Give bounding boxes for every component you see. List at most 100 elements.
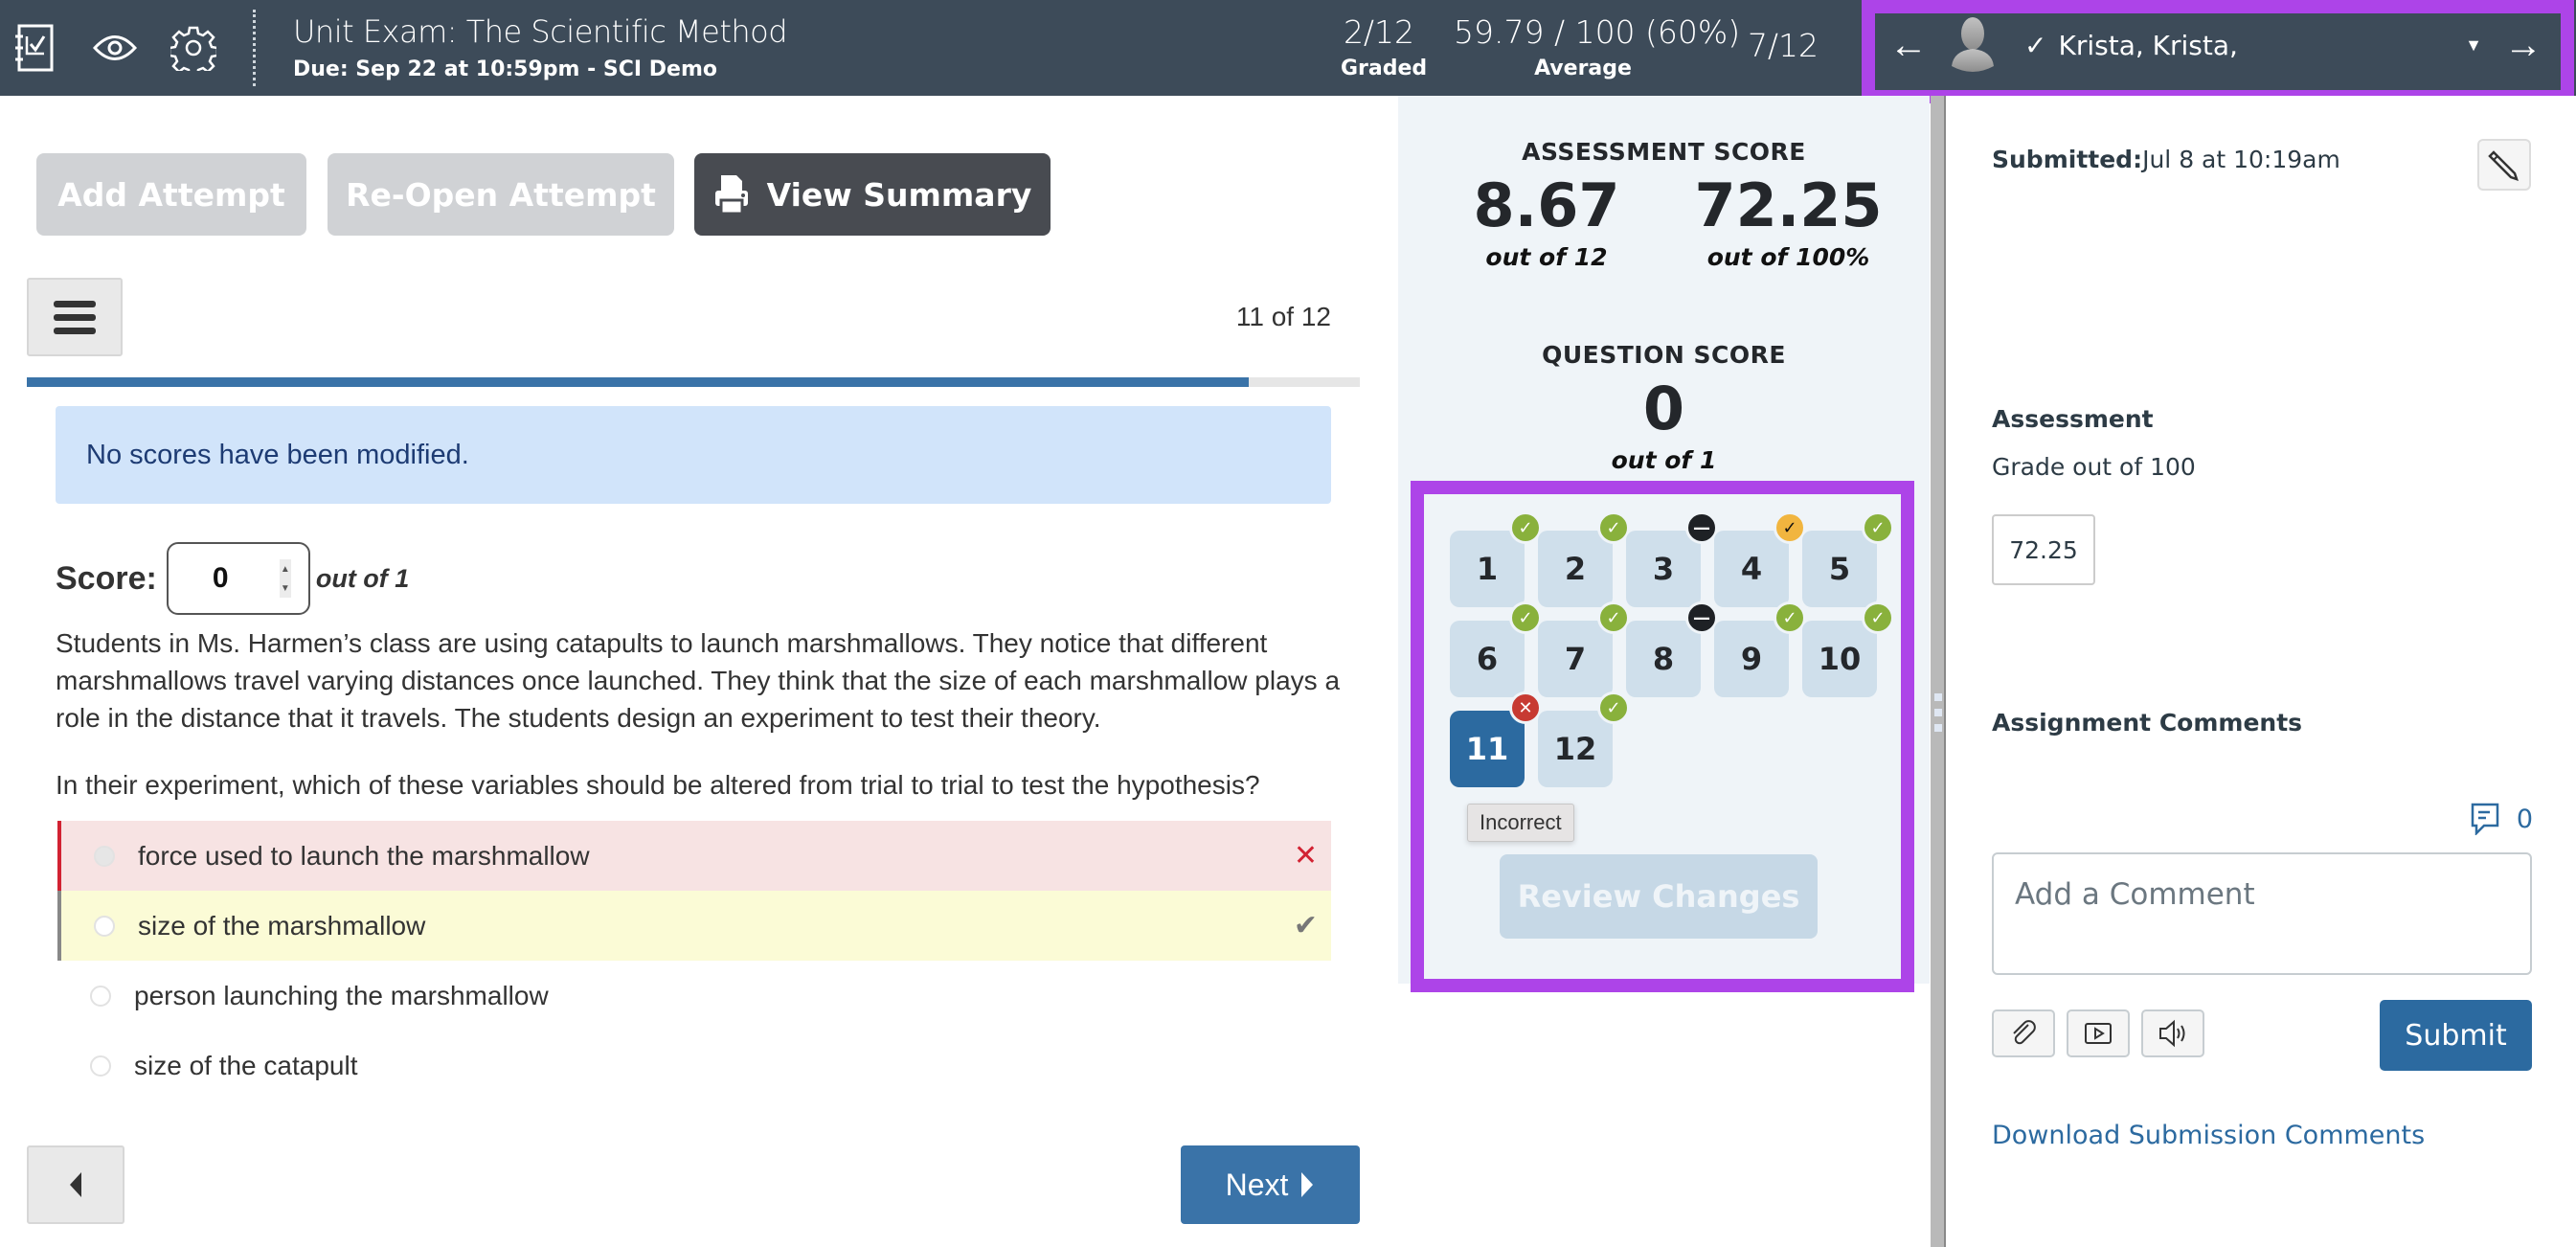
score-out-of: out of 1 [315, 563, 410, 593]
eye-icon[interactable] [88, 21, 142, 75]
question-tile[interactable]: 5 ✓ [1802, 511, 1894, 607]
previous-question-button[interactable] [27, 1145, 124, 1224]
answer-option[interactable]: size of the catapult [57, 1031, 1331, 1100]
comment-textarea[interactable]: Add a Comment [1992, 852, 2532, 975]
correct-status-icon: ✓ [1597, 511, 1630, 544]
assignment-due-date: Due: Sep 22 at 10:59pm - SCI Demo [293, 57, 717, 81]
hamburger-icon [54, 300, 96, 307]
question-stem: Students in Ms. Harmen’s class are using… [56, 628, 1341, 733]
top-header: Unit Exam: The Scientific Method Due: Se… [0, 0, 2576, 96]
graded-label: Graded [1341, 57, 1428, 80]
assessment-heading: Assessment [1992, 405, 2154, 433]
status-tooltip: Incorrect [1467, 804, 1574, 842]
assignment-icon[interactable] [8, 21, 61, 75]
x-mark-icon: ✕ [1293, 840, 1318, 872]
question-tile[interactable]: 4 ✓ [1714, 511, 1806, 607]
question-tile[interactable]: 1 ✓ [1450, 511, 1542, 607]
answer-label: force used to launch the marshmallow [138, 840, 590, 871]
correct-status-icon: ✓ [1862, 511, 1894, 544]
answer-option[interactable]: force used to launch the marshmallow ✕ [57, 821, 1331, 891]
panel-resize-handle[interactable] [1931, 96, 1946, 1247]
chevron-down-icon[interactable]: ▼ [2465, 35, 2482, 56]
assessment-score-title: ASSESSMENT SCORE [1522, 138, 1806, 166]
question-tile[interactable]: 7 ✓ [1538, 601, 1630, 697]
correct-status-icon: ✓ [1509, 601, 1542, 634]
question-tile[interactable]: 12 ✓ [1538, 692, 1630, 787]
question-tile[interactable]: 2 ✓ [1538, 511, 1630, 607]
question-progress-bar [27, 377, 1360, 387]
question-number: 12 [1553, 731, 1597, 767]
question-number: 6 [1476, 641, 1499, 677]
checkmark-icon: ✔ [1293, 910, 1318, 941]
question-tile[interactable]: 8— [1626, 601, 1718, 697]
review-changes-button[interactable]: Review Changes [1500, 854, 1818, 939]
view-summary-button[interactable]: View Summary [694, 153, 1051, 236]
question-tile[interactable]: 10 ✓ [1802, 601, 1894, 697]
question-number: 1 [1476, 551, 1499, 587]
speedgrader-app: Unit Exam: The Scientific Method Due: Se… [0, 0, 2576, 1247]
prev-student-button[interactable]: ← [1875, 16, 1942, 74]
comment-count: 0 [2516, 804, 2533, 834]
question-panel: Add Attempt Re-Open Attempt View Summary… [0, 96, 1398, 1247]
download-comments-link[interactable]: Download Submission Comments [1992, 1121, 2425, 1150]
question-tile[interactable]: 6 ✓ [1450, 601, 1542, 697]
next-question-button[interactable]: Next [1181, 1145, 1360, 1224]
question-number: 4 [1740, 551, 1763, 587]
question-menu-button[interactable] [27, 278, 123, 356]
student-navigator: ← ✓ Krista, Krista, ▼ → [1875, 13, 2557, 77]
score-row: Score: 0 ▲ ▼ out of 1 [56, 542, 409, 615]
submit-comment-button[interactable]: Submit [2380, 1000, 2532, 1071]
answer-option[interactable]: size of the marshmallow ✔ [57, 891, 1331, 961]
comment-count-link[interactable]: 0 [2471, 803, 2533, 835]
radio-button[interactable] [90, 985, 111, 1007]
question-counter: 11 of 12 [1235, 302, 1331, 331]
assessment-points-out-of: out of 12 [1485, 243, 1608, 271]
grading-sidebar: Submitted:Jul 8 at 10:19am Assessment Gr… [1946, 96, 2576, 1247]
grade-input[interactable]: 72.25 [1992, 514, 2095, 585]
student-avatar [1946, 16, 2000, 74]
student-select[interactable]: ✓ Krista, Krista, [2024, 30, 2465, 61]
arrow-right-icon: → [2504, 23, 2542, 66]
media-comment-button[interactable] [2067, 1009, 2130, 1057]
next-student-button[interactable]: → [2490, 16, 2557, 74]
radio-button[interactable] [94, 915, 115, 937]
question-number: 9 [1740, 641, 1763, 677]
question-tile[interactable]: 11 ✕ [1450, 692, 1542, 787]
question-number: 5 [1828, 551, 1851, 587]
answer-option[interactable]: person launching the marshmallow [57, 961, 1331, 1031]
attach-file-button[interactable] [1992, 1009, 2055, 1057]
ungraded-status-icon: — [1685, 511, 1718, 544]
question-tile[interactable]: 9 ✓ [1714, 601, 1806, 697]
comment-placeholder: Add a Comment [2015, 877, 2255, 912]
assessment-percent: 72.25 [1694, 170, 1883, 240]
score-stepper[interactable]: ▲ ▼ [279, 559, 291, 598]
gear-icon[interactable] [167, 21, 220, 75]
question-number: 8 [1652, 641, 1675, 677]
edit-button[interactable] [2477, 139, 2531, 191]
reopen-attempt-button[interactable]: Re-Open Attempt [328, 153, 674, 236]
assignment-title: Unit Exam: The Scientific Method [293, 13, 788, 50]
speaker-icon [2159, 1019, 2185, 1048]
score-label: Score: [56, 559, 157, 597]
question-score-value: 0 [1642, 374, 1685, 443]
question-tile[interactable]: 3— [1626, 511, 1718, 607]
add-attempt-button[interactable]: Add Attempt [36, 153, 306, 236]
answer-label: size of the marshmallow [138, 910, 426, 941]
printer-icon [714, 175, 748, 215]
answer-list: force used to launch the marshmallow ✕ siz… [57, 821, 1331, 1100]
submitted-date: Jul 8 at 10:19am [2142, 146, 2340, 173]
radio-button[interactable] [94, 845, 115, 867]
correct-status-icon: ✓ [1509, 511, 1542, 544]
submitted-check-icon: ✓ [2024, 29, 2047, 61]
audio-comment-button[interactable] [2141, 1009, 2204, 1057]
radio-button[interactable] [90, 1054, 111, 1077]
score-input[interactable]: 0 ▲ ▼ [166, 542, 310, 615]
ungraded-status-icon: — [1685, 601, 1718, 634]
assignment-comments-heading: Assignment Comments [1992, 709, 2303, 737]
header-divider [253, 10, 256, 86]
comment-icon [2471, 803, 2499, 835]
video-icon [2085, 1023, 2112, 1044]
pencil-icon [2488, 150, 2519, 181]
correct-status-icon: ✓ [1597, 692, 1630, 724]
scores-alert: No scores have been modified. [56, 406, 1331, 504]
